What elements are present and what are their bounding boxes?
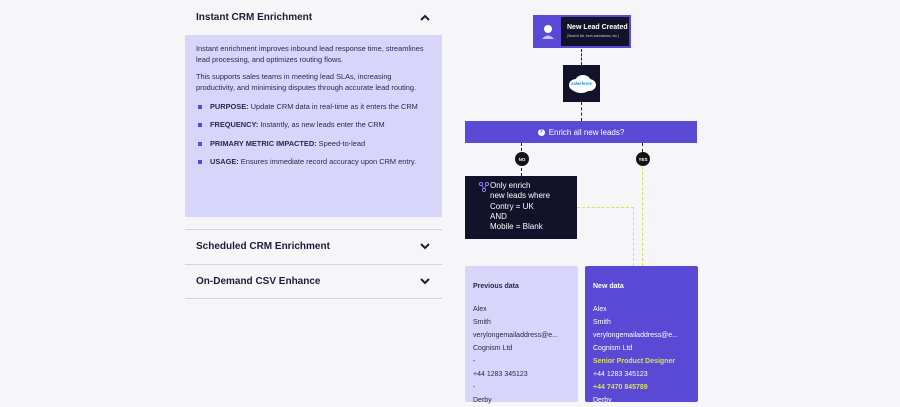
accordion-ondemand[interactable]: On-Demand CSV Enhance xyxy=(185,264,442,298)
bullet-item: FREQUENCY: Instantly, as new leads enter… xyxy=(198,120,431,131)
yes-badge: YES xyxy=(636,152,650,166)
condition-line: Contry = UK xyxy=(490,201,534,211)
crm-node: salesforce xyxy=(563,65,600,102)
previous-data-card: Previous data Alex Smith verylongemailad… xyxy=(465,266,578,404)
chevron-up-icon[interactable] xyxy=(419,11,431,23)
yes-label: YES xyxy=(638,156,648,162)
bullet-label: PURPOSE: xyxy=(210,102,249,112)
panel-paragraph: Instant enrichment improves inbound lead… xyxy=(196,44,424,64)
data-row: Derby xyxy=(473,397,492,404)
chevron-down-icon[interactable] xyxy=(419,240,431,252)
accordion-header-instant[interactable]: Instant CRM Enrichment xyxy=(185,0,442,34)
bullet-square-icon xyxy=(198,105,202,110)
condition-line: Only enrich xyxy=(490,181,531,190)
bullet-text: Ensures immediate record accuracy upon C… xyxy=(238,156,417,166)
no-label: NO xyxy=(518,156,526,162)
accordion-scheduled[interactable]: Scheduled CRM Enrichment xyxy=(185,229,442,263)
card-title: Previous data xyxy=(473,283,519,290)
data-row: Derby xyxy=(593,397,612,404)
connector-line-condition xyxy=(633,207,634,266)
data-row: verylongemailaddress@e... xyxy=(473,332,558,339)
no-badge: NO xyxy=(515,152,529,166)
data-row: Cognism Ltd xyxy=(593,345,633,352)
user-icon xyxy=(535,17,561,46)
data-row: Smith xyxy=(593,319,611,326)
bullet-item: PRIMARY METRIC IMPACTED: Speed-to-lead xyxy=(198,139,431,150)
data-row: verylongemailaddress@e... xyxy=(593,332,678,339)
accordion-title: Scheduled CRM Enrichment xyxy=(196,240,330,252)
bullet-text: Speed-to-lead xyxy=(316,138,366,148)
data-row-highlight: Senior Product Designer xyxy=(593,358,676,365)
accordion-title: On-Demand CSV Enhance xyxy=(196,275,321,287)
accordion-instant[interactable]: Instant CRM Enrichment xyxy=(185,0,442,34)
bullet-item: PURPOSE: Update CRM data in real-time as… xyxy=(198,102,431,113)
connector-line xyxy=(581,49,582,65)
new-data-card: New data Alex Smith verylongemailaddress… xyxy=(585,266,698,404)
accordion-header-scheduled[interactable]: Scheduled CRM Enrichment xyxy=(185,229,442,263)
accordion-title: Instant CRM Enrichment xyxy=(196,11,313,23)
trigger-title: New Lead Created xyxy=(567,23,628,31)
accordion-header-ondemand[interactable]: On-Demand CSV Enhance xyxy=(185,264,442,298)
data-row: Alex xyxy=(593,306,607,313)
connector-line xyxy=(642,143,643,152)
bullet-label: FREQUENCY: xyxy=(210,120,259,130)
nodes-icon xyxy=(478,181,490,193)
bullet-text: Update CRM data in real-time as it enter… xyxy=(248,102,418,112)
bullet-label: USAGE: xyxy=(210,156,239,166)
condition-line: Mobile = Blank xyxy=(490,222,543,232)
condition-line: new leads where xyxy=(490,191,551,201)
decision-label: Enrich all new leads? xyxy=(548,127,625,137)
data-row: - xyxy=(473,358,476,365)
decision-node: ? Enrich all new leads? xyxy=(465,121,697,143)
data-row-highlight: +44 7470 845789 xyxy=(593,384,648,391)
data-row: Cognism Ltd xyxy=(473,345,513,352)
connector-line xyxy=(581,102,582,121)
data-row: +44 1283 345123 xyxy=(593,371,648,378)
bullet-square-icon xyxy=(198,123,202,128)
trigger-node: New Lead Created (Search list, form subm… xyxy=(533,15,631,48)
data-row: - xyxy=(473,384,476,391)
condition-line: AND xyxy=(490,211,507,221)
divider xyxy=(185,298,442,299)
condition-node: Only enrich new leads where Contry = UK … xyxy=(465,176,577,239)
bullet-text: Instantly, as new leads enter the CRM xyxy=(258,120,385,130)
bullet-label: PRIMARY METRIC IMPACTED: xyxy=(210,138,317,148)
card-title: New data xyxy=(593,283,624,290)
trigger-subtitle: (Search list, form submission, etc.) xyxy=(567,33,620,38)
chevron-down-icon[interactable] xyxy=(419,275,431,287)
connector-line-yes xyxy=(642,167,643,266)
data-row: +44 1283 345123 xyxy=(473,371,528,378)
connector-line-condition xyxy=(577,207,634,208)
question-icon: ? xyxy=(537,128,545,136)
bullet-square-icon xyxy=(198,141,202,146)
bullet-item: USAGE: Ensures immediate record accuracy… xyxy=(198,157,431,168)
salesforce-logo: salesforce xyxy=(567,74,597,94)
crm-logo-text: salesforce xyxy=(571,81,592,86)
data-row: Smith xyxy=(473,319,491,326)
panel-paragraph: This supports sales teams in meeting lea… xyxy=(196,72,417,92)
accordion-panel: Instant enrichment improves inbound lead… xyxy=(185,35,442,217)
data-row: Alex xyxy=(473,306,487,313)
bullet-square-icon xyxy=(198,159,202,164)
